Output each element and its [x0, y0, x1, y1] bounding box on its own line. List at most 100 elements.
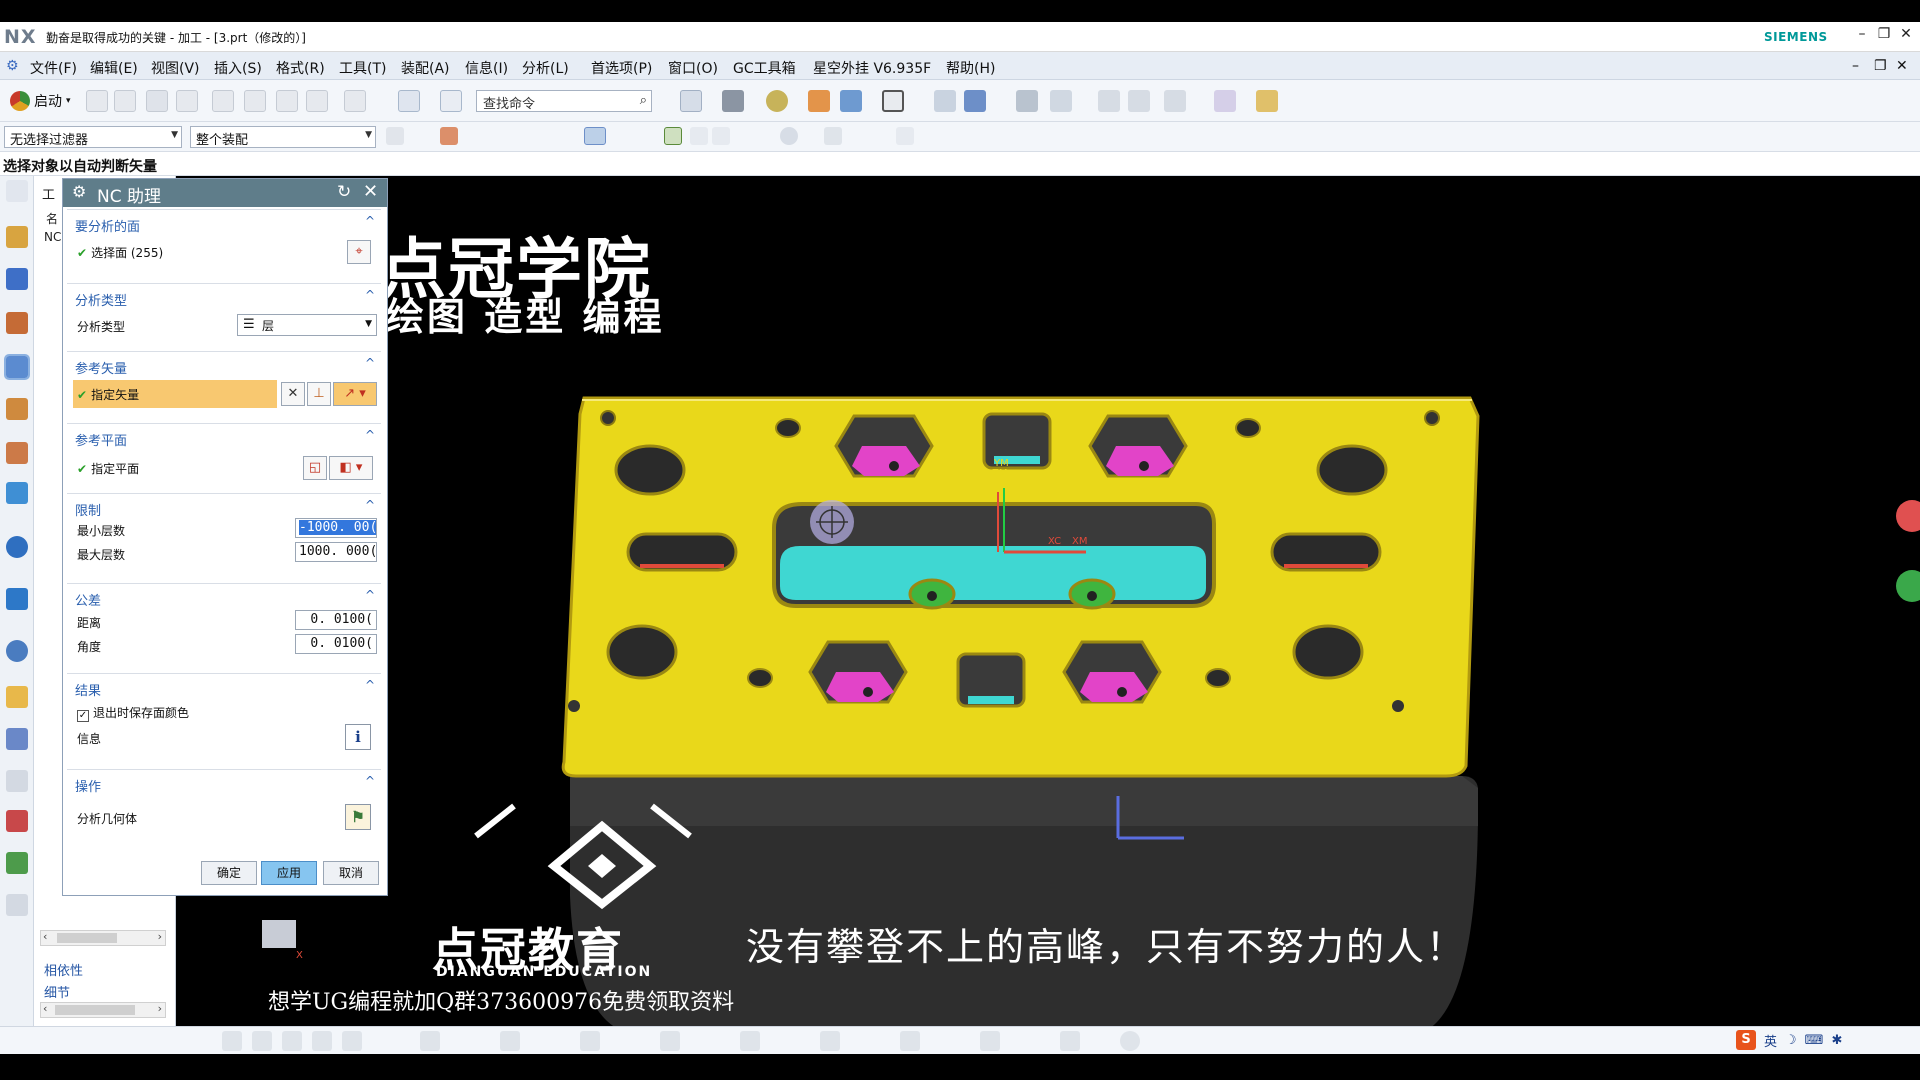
- snap-misc-icon[interactable]: [896, 127, 914, 145]
- bottom-tool-icon[interactable]: [1060, 1031, 1080, 1051]
- menu-insert[interactable]: 插入(S): [214, 58, 262, 78]
- reverse-direction-icon[interactable]: ✕: [281, 382, 305, 406]
- circle-tool-icon[interactable]: [1120, 1031, 1140, 1051]
- plane-type-select[interactable]: ◧ ▾: [329, 456, 373, 480]
- analyze-geometry-icon[interactable]: ⚑: [345, 804, 371, 830]
- web-browser-icon[interactable]: [6, 588, 28, 610]
- ime-moon-icon[interactable]: ☽: [1785, 1033, 1797, 1048]
- back-arrow-icon[interactable]: [312, 1031, 332, 1051]
- fit-view-icon[interactable]: [680, 90, 702, 112]
- coordinate-icon[interactable]: [1214, 90, 1236, 112]
- report-icon[interactable]: [6, 810, 28, 832]
- list-icon[interactable]: [6, 894, 28, 916]
- section-faces-header[interactable]: 要分析的面: [75, 216, 140, 235]
- collapse-icon[interactable]: ^: [365, 774, 375, 788]
- collapse-icon[interactable]: ^: [365, 214, 375, 228]
- snap-endpoint-icon[interactable]: [690, 127, 708, 145]
- collapse-icon[interactable]: ^: [365, 356, 375, 370]
- dimension-icon[interactable]: [1256, 90, 1278, 112]
- menu-plugin[interactable]: 星空外挂 V6.935F: [813, 58, 931, 78]
- save-icon[interactable]: [146, 90, 168, 112]
- doc-restore-icon[interactable]: ❐: [1874, 58, 1887, 74]
- part-navigator-icon[interactable]: [6, 312, 28, 334]
- system-scenes-icon[interactable]: [6, 686, 28, 708]
- menu-info[interactable]: 信息(I): [465, 58, 508, 78]
- open-file-icon[interactable]: [114, 90, 136, 112]
- menu-window[interactable]: 窗口(O): [668, 58, 718, 78]
- snap-face-icon[interactable]: [584, 127, 606, 145]
- bottom-tool-icon[interactable]: [980, 1031, 1000, 1051]
- assembly-navigator-icon[interactable]: [6, 226, 28, 248]
- bottom-tool-icon[interactable]: [900, 1031, 920, 1051]
- menu-format[interactable]: 格式(R): [276, 58, 325, 78]
- bottom-tool-icon[interactable]: [282, 1031, 302, 1051]
- snap-icon[interactable]: [1050, 90, 1072, 112]
- bottom-tool-icon[interactable]: [252, 1031, 272, 1051]
- snap-point-icon[interactable]: [664, 127, 682, 145]
- assembly-nav-icon[interactable]: [964, 90, 986, 112]
- sphere-shading-icon[interactable]: [766, 90, 788, 112]
- restore-icon[interactable]: ❐: [1874, 26, 1894, 42]
- section-result-header[interactable]: 结果: [75, 680, 101, 699]
- bottom-tool-icon[interactable]: [222, 1031, 242, 1051]
- print-icon[interactable]: [176, 90, 198, 112]
- sogou-ime-icon[interactable]: S: [1736, 1030, 1756, 1050]
- apply-button[interactable]: 应用: [261, 861, 317, 885]
- tool-icon[interactable]: [6, 770, 28, 792]
- menu-edit[interactable]: 编辑(E): [90, 58, 138, 78]
- bottom-tool-icon[interactable]: [580, 1031, 600, 1051]
- face-select-crosshair-icon[interactable]: ⌖: [347, 240, 371, 264]
- select-faces-row[interactable]: ✔ 选择面 (255): [77, 244, 163, 261]
- section-operation-header[interactable]: 操作: [75, 776, 101, 795]
- select-all-icon[interactable]: [440, 127, 458, 145]
- section-plane-header[interactable]: 参考平面: [75, 430, 127, 449]
- info-window-icon[interactable]: [440, 90, 462, 112]
- filter-icon[interactable]: [386, 127, 404, 145]
- bottom-tool-icon[interactable]: [740, 1031, 760, 1051]
- menu-gc-toolbox[interactable]: GC工具箱: [733, 58, 796, 78]
- close-icon[interactable]: ✕: [363, 181, 378, 202]
- render-style-icon[interactable]: [722, 90, 744, 112]
- details-hscroll[interactable]: ‹ ›: [40, 1002, 166, 1018]
- type-filter-select[interactable]: 无选择过滤器 ▼: [4, 126, 182, 148]
- navigator-hscroll[interactable]: ‹ ›: [40, 930, 166, 946]
- doc-close-icon[interactable]: ✕: [1896, 58, 1908, 74]
- menu-view[interactable]: 视图(V): [151, 58, 200, 78]
- doc-minimize-icon[interactable]: –: [1852, 58, 1859, 74]
- snap-center-icon[interactable]: [780, 127, 798, 145]
- section-vector-header[interactable]: 参考矢量: [75, 358, 127, 377]
- close-icon[interactable]: ✕: [1896, 26, 1916, 42]
- machine-tool-icon[interactable]: [6, 398, 28, 420]
- bottom-tool-icon[interactable]: [660, 1031, 680, 1051]
- collapse-icon[interactable]: ^: [365, 678, 375, 692]
- start-button[interactable]: 启动 ▾: [10, 90, 71, 112]
- menu-tools[interactable]: 工具(T): [339, 58, 386, 78]
- section-limits-header[interactable]: 限制: [75, 500, 101, 519]
- section-type-header[interactable]: 分析类型: [75, 290, 127, 309]
- snap-intersection-icon[interactable]: [824, 127, 842, 145]
- hd3d-icon[interactable]: [6, 536, 28, 558]
- menu-analysis[interactable]: 分析(L): [522, 58, 569, 78]
- bottom-tool-icon[interactable]: [820, 1031, 840, 1051]
- operation-navigator-icon[interactable]: [4, 354, 30, 380]
- gear-icon[interactable]: ⚙: [72, 182, 86, 201]
- collapse-icon[interactable]: ^: [365, 288, 375, 302]
- selection-scope-select[interactable]: 整个装配 ▼: [190, 126, 376, 148]
- bottom-tool-icon[interactable]: [500, 1031, 520, 1051]
- graphics-window[interactable]: ZM YM XC XM X 点冠学院 绘图 造型 编程 点冠教育 DIANGUA…: [176, 176, 1920, 1026]
- paste-icon[interactable]: [276, 90, 298, 112]
- ime-keyboard-icon[interactable]: ⌨: [1805, 1033, 1824, 1048]
- collapse-icon[interactable]: ^: [365, 498, 375, 512]
- history-icon[interactable]: [6, 640, 28, 662]
- save-color-checkbox[interactable]: ✓ 退出时保存面颜色: [77, 704, 189, 722]
- vector-type-select[interactable]: ↗ ▾: [333, 382, 377, 406]
- snap-midpoint-icon[interactable]: [712, 127, 730, 145]
- analysis-type-select[interactable]: ☰ 层 ▼: [237, 314, 377, 336]
- distance-tolerance-input[interactable]: 0. 0100(: [295, 610, 377, 630]
- background-icon[interactable]: [882, 90, 904, 112]
- menu-preferences[interactable]: 首选项(P): [591, 58, 652, 78]
- orient-view-icon[interactable]: [840, 90, 862, 112]
- constraint-navigator-icon[interactable]: [6, 268, 28, 290]
- plug-icon[interactable]: [6, 852, 28, 874]
- section-view-icon[interactable]: [934, 90, 956, 112]
